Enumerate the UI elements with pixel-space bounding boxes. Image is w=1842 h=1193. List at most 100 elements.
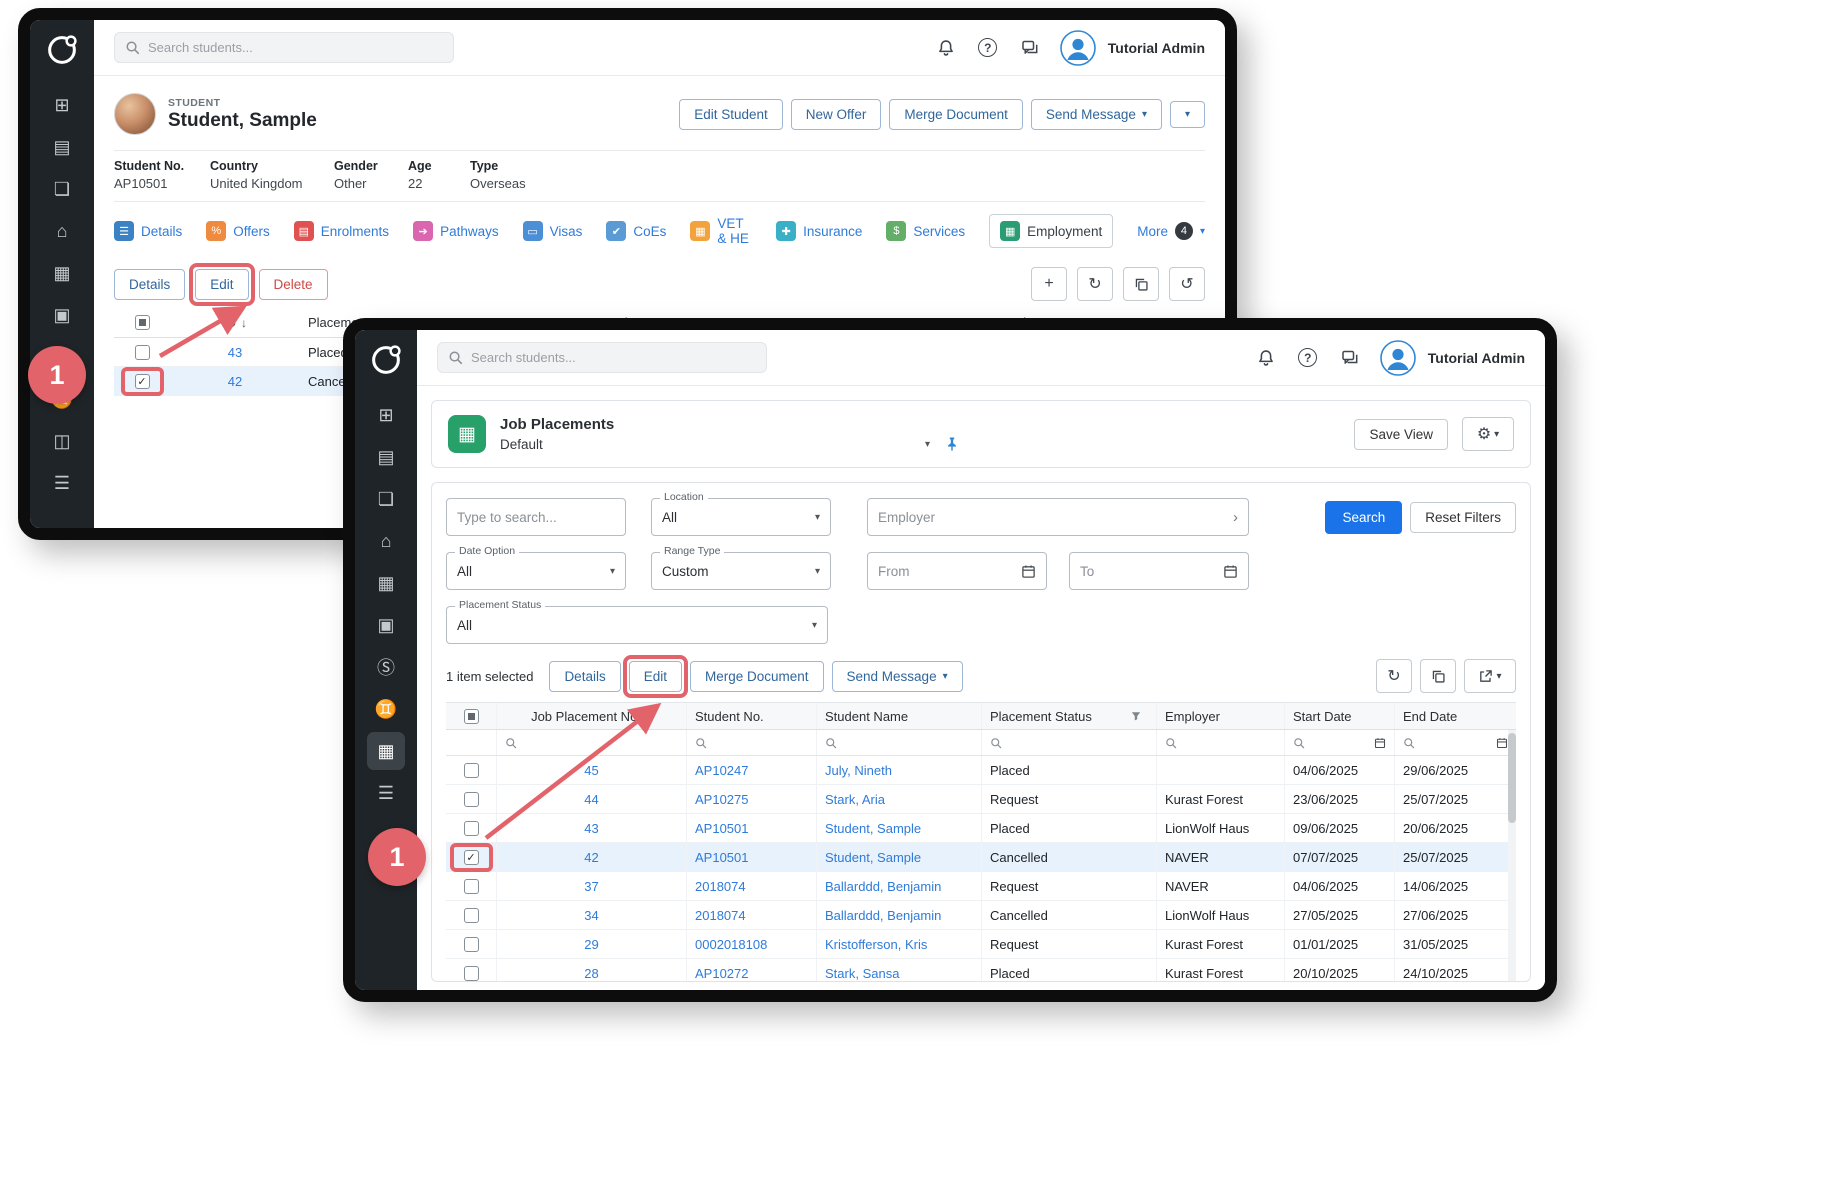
refresh-icon[interactable]: ↻ — [1376, 659, 1412, 693]
search-button[interactable]: Search — [1325, 501, 1402, 534]
date-option-select[interactable]: Date Option All ▾ — [446, 552, 626, 590]
student-name-link[interactable]: Ballarddd, Benjamin — [816, 901, 981, 930]
app-logo-icon[interactable] — [366, 340, 406, 380]
student-name-link[interactable]: Stark, Aria — [816, 785, 981, 814]
finance-icon[interactable]: Ⓢ — [367, 648, 405, 686]
calendar-icon[interactable] — [1496, 737, 1508, 749]
location-select[interactable]: Location All ▾ — [651, 498, 831, 536]
edit-button[interactable]: Edit — [195, 269, 248, 300]
merge-document-button[interactable]: Merge Document — [690, 661, 824, 692]
column-search-field[interactable] — [981, 730, 1156, 755]
job-placements-icon[interactable]: ◫ — [43, 422, 81, 460]
student-no-link[interactable]: AP10275 — [686, 785, 816, 814]
contacts-icon[interactable]: ▤ — [367, 438, 405, 476]
pin-icon[interactable] — [944, 436, 960, 452]
tab-more[interactable]: More 4 ▾ — [1137, 216, 1205, 246]
student-name-link[interactable]: July, Nineth — [816, 756, 981, 785]
job-placement-row[interactable]: 45AP10247July, NinethPlaced04/06/202529/… — [446, 756, 1516, 785]
student-no-link[interactable]: AP10272 — [686, 959, 816, 981]
filter-funnel-icon[interactable] — [1130, 710, 1142, 722]
job-placements-icon[interactable]: ▦ — [367, 732, 405, 770]
student-name-link[interactable]: Kristofferson, Kris — [816, 930, 981, 959]
student-no-link[interactable]: AP10501 — [686, 814, 816, 843]
more-actions-button[interactable]: ▾ — [1170, 101, 1205, 128]
merge-document-button[interactable]: Merge Document — [889, 99, 1023, 130]
column-header-placement-status[interactable]: Placement Status — [981, 703, 1156, 729]
student-no-link[interactable]: 0002018108 — [686, 930, 816, 959]
help-icon[interactable]: ? — [976, 36, 1000, 60]
employer-input[interactable] — [878, 510, 1233, 525]
student-name-link[interactable]: Student, Sample — [816, 814, 981, 843]
column-search-field[interactable] — [686, 730, 816, 755]
global-search-input[interactable] — [471, 350, 756, 365]
student-name-link[interactable]: Student, Sample — [816, 843, 981, 872]
row-checkbox[interactable] — [464, 763, 479, 778]
column-header-employer[interactable]: Employer — [1156, 703, 1284, 729]
edit-student-button[interactable]: Edit Student — [679, 99, 783, 130]
community-icon[interactable]: ♊ — [367, 690, 405, 728]
column-search-field[interactable] — [496, 730, 686, 755]
copy-icon[interactable] — [1123, 267, 1159, 301]
student-no-link[interactable]: AP10247 — [686, 756, 816, 785]
row-checkbox[interactable] — [464, 937, 479, 952]
row-checkbox[interactable] — [135, 345, 150, 360]
notifications-icon[interactable] — [1254, 346, 1278, 370]
tab-visas[interactable]: ▭Visas — [523, 215, 583, 247]
help-icon[interactable]: ? — [1296, 346, 1320, 370]
view-settings-button[interactable]: ⚙▾ — [1462, 417, 1514, 451]
student-no-link[interactable]: 2018074 — [686, 901, 816, 930]
range-type-select[interactable]: Range Type Custom ▾ — [651, 552, 831, 590]
job-placement-no-link[interactable]: 42 — [496, 843, 686, 872]
student-no-link[interactable]: AP10501 — [686, 843, 816, 872]
row-checkbox[interactable] — [464, 792, 479, 807]
job-placement-row[interactable]: 43AP10501Student, SamplePlacedLionWolf H… — [446, 814, 1516, 843]
finance-icon[interactable]: Ⓢ — [43, 338, 81, 376]
job-placement-row[interactable]: 42AP10501Student, SampleCancelledNAVER07… — [446, 843, 1516, 872]
calendar-icon[interactable] — [1374, 737, 1386, 749]
details-button[interactable]: Details — [114, 269, 185, 300]
column-header-id[interactable]: ID↓ — [170, 315, 300, 330]
history-icon[interactable]: ↺ — [1169, 267, 1205, 301]
dashboard-icon[interactable]: ⊞ — [43, 86, 81, 124]
row-checkbox[interactable] — [135, 374, 150, 389]
calendar-icon[interactable] — [1223, 564, 1238, 579]
contacts-icon[interactable]: ▤ — [43, 128, 81, 166]
job-placement-row[interactable]: 28AP10272Stark, SansaPlacedKurast Forest… — [446, 959, 1516, 981]
student-name-link[interactable]: Stark, Sansa — [816, 959, 981, 981]
column-header-student-name[interactable]: Student Name — [816, 703, 981, 729]
tab-services[interactable]: $Services — [886, 215, 965, 247]
student-name-link[interactable]: Ballarddd, Benjamin — [816, 872, 981, 901]
quick-search-filter[interactable] — [446, 498, 626, 536]
community-icon[interactable]: ♊ — [43, 380, 81, 418]
tab-offers[interactable]: %Offers — [206, 215, 270, 247]
column-header-end-date[interactable]: End Date — [1394, 703, 1516, 729]
job-placement-no-link[interactable]: 44 — [496, 785, 686, 814]
copy-icon[interactable] — [1420, 659, 1456, 693]
send-message-button[interactable]: Send Message▾ — [1031, 99, 1162, 130]
tab-enrolments[interactable]: ▤Enrolments — [294, 215, 389, 247]
job-placement-row[interactable]: 372018074Ballarddd, BenjaminRequestNAVER… — [446, 872, 1516, 901]
global-search[interactable] — [114, 32, 454, 63]
placement-status-select[interactable]: Placement Status All ▾ — [446, 606, 828, 644]
job-placement-no-link[interactable]: 43 — [496, 814, 686, 843]
placement-id-link[interactable]: 42 — [170, 374, 300, 389]
new-offer-button[interactable]: New Offer — [791, 99, 882, 130]
select-all-checkbox[interactable] — [464, 709, 479, 724]
select-all-checkbox[interactable] — [135, 315, 150, 330]
edit-button[interactable]: Edit — [629, 661, 682, 692]
job-placement-no-link[interactable]: 29 — [496, 930, 686, 959]
dashboard-icon[interactable]: ⊞ — [367, 396, 405, 434]
job-placement-no-link[interactable]: 28 — [496, 959, 686, 981]
courses-icon[interactable]: ⌂ — [43, 212, 81, 250]
documents-icon[interactable]: ❏ — [43, 170, 81, 208]
column-header-student-no[interactable]: Student No. — [686, 703, 816, 729]
tab-insurance[interactable]: ✚Insurance — [776, 215, 862, 247]
briefcase-icon[interactable]: ▣ — [43, 296, 81, 334]
courses-icon[interactable]: ⌂ — [367, 522, 405, 560]
to-date-field[interactable] — [1080, 564, 1223, 579]
employer-filter[interactable]: › — [867, 498, 1249, 536]
tables-icon[interactable]: ▦ — [367, 564, 405, 602]
refresh-icon[interactable]: ↻ — [1077, 267, 1113, 301]
job-placement-no-link[interactable]: 45 — [496, 756, 686, 785]
settings-icon[interactable]: ☰ — [43, 464, 81, 502]
